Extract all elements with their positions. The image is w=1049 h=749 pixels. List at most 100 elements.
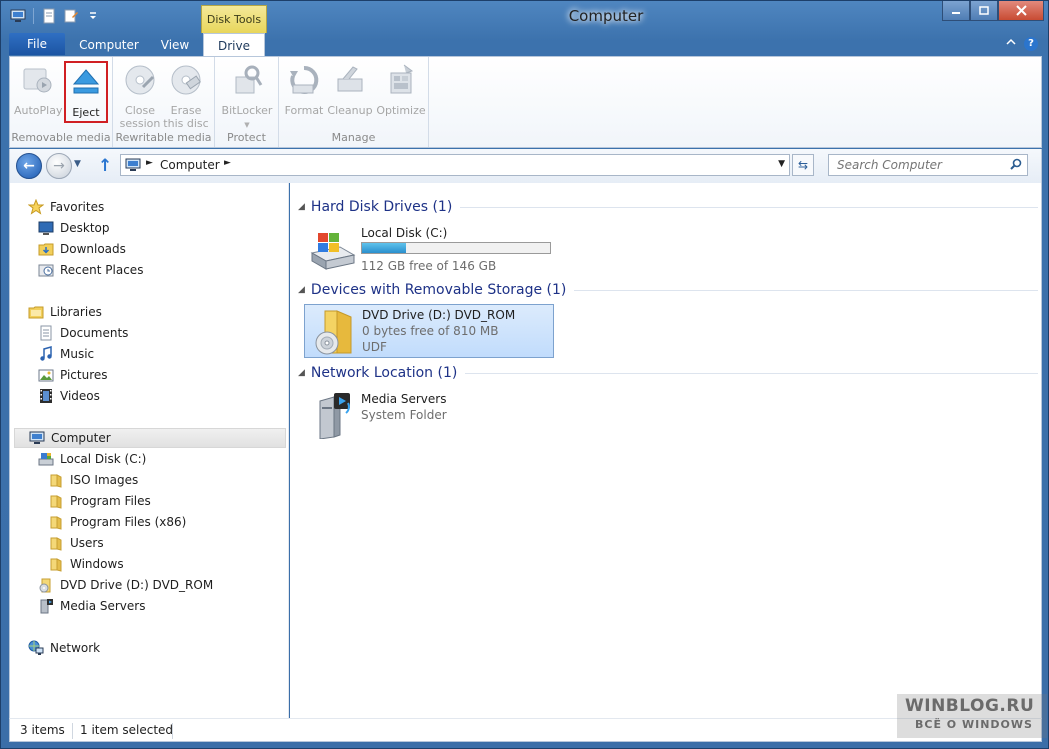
- tree-pictures[interactable]: Pictures: [38, 365, 108, 385]
- dvd-drive-free: 0 bytes free of 810 MB: [362, 324, 499, 338]
- search-box[interactable]: [828, 154, 1028, 176]
- tree-downloads[interactable]: Downloads: [38, 239, 126, 259]
- format-icon: [290, 65, 319, 94]
- tree-iso-images[interactable]: ISO Images: [48, 470, 138, 490]
- videos-icon: [40, 389, 52, 403]
- content-pane[interactable]: ◢ Hard Disk Drives (1) Local Disk (C:) 1…: [290, 183, 1042, 718]
- collapse-arrow-icon[interactable]: ◢: [298, 368, 305, 378]
- tree-documents[interactable]: Documents: [38, 323, 128, 343]
- close-session-icon: [125, 65, 155, 95]
- bitlocker-button[interactable]: BitLocker ▼: [220, 61, 274, 133]
- new-folder-icon[interactable]: [62, 7, 80, 25]
- tree-music[interactable]: Music: [38, 344, 94, 364]
- documents-icon: [40, 325, 52, 341]
- status-divider: [72, 723, 73, 739]
- breadcrumb-arrow-icon[interactable]: ►: [146, 158, 153, 168]
- folder-icon: [50, 474, 62, 488]
- tree-recent-places[interactable]: Recent Places: [38, 260, 143, 280]
- group-label-protect: Protect: [227, 131, 266, 144]
- minimize-ribbon-icon[interactable]: [1004, 37, 1018, 51]
- refresh-button[interactable]: ⇆: [792, 154, 814, 176]
- computer-window-icon[interactable]: [9, 7, 27, 25]
- tree-label: Downloads: [60, 242, 126, 256]
- address-dropdown-icon[interactable]: ▼: [778, 159, 785, 169]
- forward-button[interactable]: →: [46, 153, 72, 179]
- close-session-button[interactable]: Close session: [117, 61, 163, 133]
- close-session-label-1: Close: [125, 104, 155, 117]
- star-icon: [28, 199, 44, 215]
- group-label-removable: Removable media: [11, 131, 111, 144]
- autoplay-button[interactable]: AutoPlay: [14, 61, 62, 133]
- dvd-drive-tile[interactable]: DVD Drive (D:) DVD_ROM 0 bytes free of 8…: [304, 304, 554, 358]
- tab-drive[interactable]: Drive: [203, 33, 265, 57]
- status-selection: 1 item selected: [80, 723, 174, 737]
- tree-program-files[interactable]: Program Files: [48, 491, 151, 511]
- status-divider: [172, 723, 173, 739]
- dvd-drive-name: DVD Drive (D:) DVD_ROM: [362, 308, 516, 322]
- explorer-window: Disk Tools Computer File Computer View D…: [0, 0, 1049, 749]
- tab-file[interactable]: File: [9, 33, 65, 55]
- title-bar: Disk Tools Computer: [1, 1, 1049, 33]
- media-servers-tile[interactable]: Media Servers System Folder: [304, 389, 554, 443]
- music-icon: [40, 346, 52, 361]
- tree-users[interactable]: Users: [48, 533, 104, 553]
- tree-network[interactable]: Network: [28, 638, 100, 658]
- ribbon-controls: ?: [1004, 37, 1038, 51]
- tree-favorites[interactable]: Favorites: [28, 197, 104, 217]
- computer-icon: [125, 158, 141, 171]
- collapse-arrow-icon[interactable]: ◢: [298, 202, 305, 212]
- tree-label: Program Files: [70, 494, 151, 508]
- network-icon: [28, 640, 44, 655]
- group-removable-storage[interactable]: ◢ Devices with Removable Storage (1): [298, 279, 1038, 301]
- group-removable-media: AutoPlay Eject Removable media: [10, 57, 113, 147]
- recent-locations-icon[interactable]: ▼: [74, 159, 81, 169]
- tree-videos[interactable]: Videos: [38, 386, 100, 406]
- navigation-pane[interactable]: Favorites Desktop Downloads Recent Place…: [9, 183, 289, 718]
- customize-qat-icon[interactable]: [84, 7, 102, 25]
- group-network-location[interactable]: ◢ Network Location (1): [298, 362, 1038, 384]
- tree-libraries[interactable]: Libraries: [28, 302, 102, 322]
- tab-computer[interactable]: Computer: [71, 33, 147, 57]
- minimize-button[interactable]: [942, 1, 970, 21]
- breadcrumb-arrow-icon[interactable]: ►: [224, 158, 231, 168]
- tree-label: ISO Images: [70, 473, 139, 487]
- format-button[interactable]: Format: [281, 61, 327, 133]
- close-button[interactable]: [998, 1, 1044, 21]
- tree-computer[interactable]: Computer: [14, 428, 286, 448]
- eject-button[interactable]: Eject: [64, 61, 108, 123]
- tree-desktop[interactable]: Desktop: [38, 218, 110, 238]
- search-input[interactable]: [829, 155, 999, 175]
- close-session-label-2: session: [119, 117, 161, 130]
- back-button[interactable]: ←: [16, 153, 42, 179]
- properties-icon[interactable]: [40, 7, 58, 25]
- tree-dvd-drive[interactable]: DVD Drive (D:) DVD_ROM: [38, 575, 213, 595]
- address-bar[interactable]: ► Computer ► ▼: [120, 154, 790, 176]
- up-arrow-icon[interactable]: ↑: [98, 156, 112, 176]
- optimize-button[interactable]: Optimize: [375, 61, 427, 133]
- tree-label: Music: [60, 347, 95, 361]
- maximize-button[interactable]: [970, 1, 998, 21]
- tree-label: Network: [50, 641, 101, 655]
- cleanup-button[interactable]: Cleanup: [327, 61, 373, 133]
- folder-icon: [50, 516, 62, 530]
- search-icon[interactable]: [1010, 158, 1022, 173]
- group-hard-disk-drives[interactable]: ◢ Hard Disk Drives (1): [298, 196, 1038, 218]
- tree-local-disk[interactable]: Local Disk (C:): [38, 449, 146, 469]
- status-bar: 3 items 1 item selected: [9, 718, 1042, 742]
- erase-disc-button[interactable]: Erase this disc: [163, 61, 209, 133]
- collapse-arrow-icon[interactable]: ◢: [298, 285, 305, 295]
- tree-program-files-x86[interactable]: Program Files (x86): [48, 512, 186, 532]
- bitlocker-dropdown-icon: ▼: [244, 121, 250, 129]
- group-title: Devices with Removable Storage (1): [310, 282, 567, 298]
- group-divider: [465, 372, 1038, 374]
- local-disk-tile[interactable]: Local Disk (C:) 112 GB free of 146 GB: [304, 223, 554, 277]
- tree-media-servers[interactable]: Media Servers: [38, 596, 145, 616]
- tree-label: Program Files (x86): [70, 515, 187, 529]
- tab-view[interactable]: View: [149, 33, 201, 57]
- group-label-manage: Manage: [331, 131, 376, 144]
- cleanup-label: Cleanup: [327, 104, 373, 117]
- tree-windows[interactable]: Windows: [48, 554, 124, 574]
- erase-disc-label-2: this disc: [163, 117, 209, 130]
- help-icon[interactable]: ?: [1024, 37, 1038, 51]
- breadcrumb-computer[interactable]: Computer: [160, 158, 220, 172]
